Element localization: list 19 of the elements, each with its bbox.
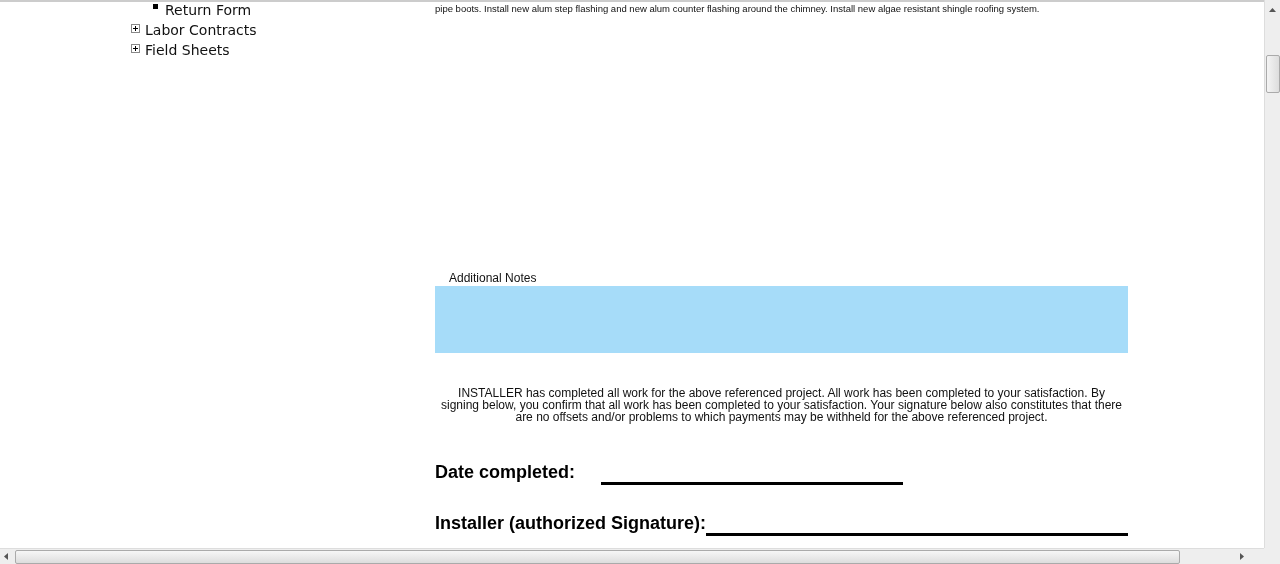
bullet-icon bbox=[153, 4, 158, 9]
scroll-thumb[interactable] bbox=[15, 550, 1180, 564]
vertical-scrollbar[interactable] bbox=[1264, 0, 1280, 548]
tree-item[interactable]: Return Form bbox=[165, 2, 252, 18]
horizontal-scrollbar[interactable] bbox=[0, 548, 1264, 564]
date-label: Date completed: bbox=[435, 462, 576, 482]
scope-text: pipe boots. Install new alum step flashing and new alum counter flashing around the chimney. Install new algae resistant shingle roofing system. bbox=[435, 3, 1041, 15]
expand-icon[interactable] bbox=[131, 44, 140, 53]
field-label: Additional Notes bbox=[449, 271, 538, 285]
notes-field[interactable] bbox=[435, 286, 1128, 353]
signature-label: Installer (authorized Signature): bbox=[435, 513, 707, 533]
scroll-left-icon[interactable] bbox=[4, 553, 8, 560]
scroll-up-icon[interactable] bbox=[1269, 8, 1276, 12]
scroll-thumb[interactable] bbox=[1266, 55, 1280, 93]
statement-paragraph: INSTALLER has completed all work for the above referenced project. All work has been completed to your satisfaction. By signing below, you confirm that all work has been completed to your satisfaction. Your signature below also constitutes that there are no offsets and/or problems to which payments may be withheld for the above referenced project. bbox=[439, 387, 1124, 423]
expand-icon[interactable] bbox=[131, 24, 140, 33]
scroll-right-icon[interactable] bbox=[1240, 553, 1244, 560]
tree-item[interactable]: Field Sheets bbox=[145, 42, 230, 58]
tree-item[interactable]: Labor Contracts bbox=[145, 22, 257, 38]
